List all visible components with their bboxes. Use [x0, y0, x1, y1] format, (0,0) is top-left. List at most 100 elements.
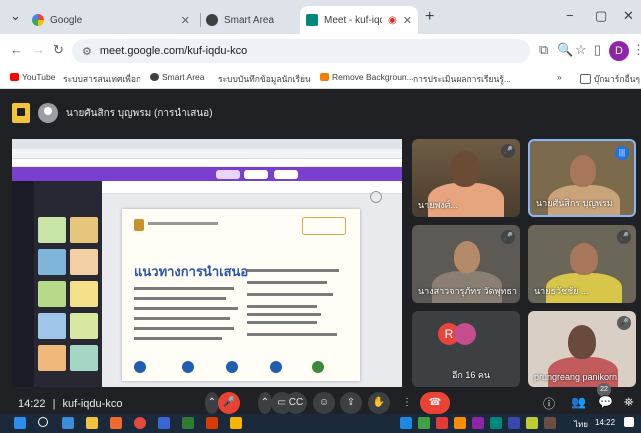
other-bookmarks-folder[interactable]: บุ๊กมาร์กอื่นๆ: [580, 72, 640, 86]
others-count-label: อีก 16 คน: [452, 370, 491, 380]
minimize-button[interactable]: −: [566, 8, 574, 23]
google-favicon-icon: [32, 14, 44, 26]
app-icon[interactable]: [230, 417, 242, 429]
app-icon[interactable]: [110, 417, 122, 429]
cast-icon[interactable]: ⧉: [539, 42, 548, 58]
participant-tile[interactable]: 🎤 นางสาวจารุภัทร วัดพุทธา: [412, 225, 520, 303]
tray-icon[interactable]: [544, 417, 556, 429]
mic-off-icon: 🎤: [617, 230, 631, 244]
tab-search-icon[interactable]: ⌄: [10, 8, 21, 24]
tray-icon[interactable]: [400, 417, 412, 429]
app-icon[interactable]: [182, 417, 194, 429]
presentation-slide: แนวทางการนำเสนอ: [122, 209, 360, 381]
captions-button[interactable]: CC: [285, 392, 307, 414]
search-icon[interactable]: [38, 417, 48, 427]
shared-browser-bookmarks: [12, 159, 402, 167]
bookmark-remove-bg[interactable]: Remove Backgroun...: [320, 72, 414, 82]
people-button[interactable]: 👥: [571, 395, 586, 409]
participant-tile-speaking[interactable]: ||| นายศันสิกร บุญพรม: [528, 139, 636, 217]
reload-icon[interactable]: ↻: [53, 42, 64, 58]
shared-canva-templates: [34, 181, 102, 387]
participant-name: นายศันสิกร บุญพรม: [536, 198, 613, 208]
leave-call-button[interactable]: ☎: [420, 392, 450, 414]
participant-name: prungreang panikorn: [534, 372, 618, 382]
bookmarks-bar: YouTube ระบบสารสนเทศเพื่อการบริหารจัดการ…: [0, 68, 641, 89]
shared-screen[interactable]: แนวทางการนำเสนอ: [12, 139, 402, 387]
meeting-code: kuf-iqdu-kco: [62, 398, 123, 410]
raise-hand-button[interactable]: ✋: [368, 392, 390, 414]
side-panel-icon[interactable]: ▯: [594, 42, 601, 58]
bookmark-star-icon[interactable]: ☆: [575, 42, 587, 58]
folder-icon: [580, 74, 591, 84]
bookmark-item[interactable]: การประเมินผลการเรียนรู้...: [410, 72, 510, 86]
emoji-button[interactable]: ☺: [313, 392, 335, 414]
university-logo-icon: [134, 219, 144, 231]
clock[interactable]: 14:22: [595, 418, 615, 427]
tray-icon[interactable]: [472, 417, 484, 429]
chat-button[interactable]: 💬: [598, 395, 613, 409]
more-bookmarks-button[interactable]: »: [557, 72, 562, 82]
maximize-button[interactable]: ▢: [595, 8, 607, 24]
participant-tile[interactable]: 🎤 นายพงศ์...: [412, 139, 520, 217]
avatar: [38, 103, 58, 123]
tray-icon[interactable]: [490, 417, 502, 429]
slide-heading: แนวทางการนำเสนอ: [134, 264, 249, 279]
windows-start-icon[interactable]: [14, 417, 26, 429]
participant-name: นางสาวจารุภัทร วัดพุทธา: [418, 286, 517, 296]
smart-area-favicon-icon: [206, 14, 218, 26]
tray-icon[interactable]: [526, 417, 538, 429]
mic-toggle-button[interactable]: 🎤: [218, 392, 240, 414]
meeting-info: 14:22 | kuf-iqdu-kco: [18, 398, 123, 410]
tray-icon[interactable]: [436, 417, 448, 429]
present-screen-icon[interactable]: [12, 103, 30, 123]
participant-tile[interactable]: 🎤 นายธวัชชัย ...: [528, 225, 636, 303]
mic-off-icon: 🎤: [501, 144, 515, 158]
mic-off-icon: 🎤: [501, 230, 515, 244]
windows-taskbar: ไทย 14:22: [0, 414, 641, 433]
tab-google[interactable]: Google ✕: [26, 6, 196, 34]
app-icon[interactable]: [158, 417, 170, 429]
close-window-button[interactable]: ✕: [623, 8, 634, 24]
tab-meet[interactable]: Meet - kuf-iqdu-kco ◉ ✕: [300, 6, 418, 34]
participant-name: นายพงศ์...: [418, 200, 459, 210]
avatar: [454, 323, 476, 345]
camera-options-icon[interactable]: ⌃: [258, 392, 272, 414]
task-view-icon[interactable]: [62, 417, 74, 429]
others-tile[interactable]: R อีก 16 คน: [412, 311, 520, 387]
notification-icon[interactable]: [624, 417, 634, 427]
youtube-icon: [10, 73, 19, 81]
input-language[interactable]: ไทย: [574, 418, 588, 431]
info-button[interactable]: ⓘ: [543, 395, 555, 412]
site-info-icon[interactable]: ⚙: [82, 45, 92, 58]
profile-avatar[interactable]: D: [609, 41, 629, 61]
app-icon[interactable]: [206, 417, 218, 429]
more-options-button[interactable]: ⋮: [396, 392, 418, 414]
present-button[interactable]: ⇪: [340, 392, 362, 414]
back-icon[interactable]: ←: [10, 42, 23, 57]
close-tab-icon[interactable]: ✕: [403, 14, 412, 27]
shared-browser-url: [12, 149, 402, 159]
tray-icon[interactable]: [418, 417, 430, 429]
zoom-icon[interactable]: 🔍: [557, 42, 573, 58]
tray-icon[interactable]: [454, 417, 466, 429]
mic-options-icon[interactable]: ⌃: [205, 392, 219, 414]
menu-icon[interactable]: ⋮: [632, 42, 641, 58]
new-tab-button[interactable]: +: [425, 8, 434, 26]
address-bar[interactable]: ⚙ meet.google.com/kuf-iqdu-kco: [72, 39, 530, 63]
close-tab-icon[interactable]: ✕: [181, 14, 190, 27]
participant-tile[interactable]: 🎤 prungreang panikorn: [528, 311, 636, 387]
shared-browser-tabs: [12, 139, 402, 149]
bookmark-smart-area[interactable]: Smart Area: [150, 72, 205, 82]
brand-logo-icon: [302, 217, 346, 235]
tray-icon[interactable]: [508, 417, 520, 429]
remove-bg-icon: [320, 73, 329, 81]
participant-name: นายธวัชชัย ...: [534, 286, 589, 296]
file-explorer-icon[interactable]: [86, 417, 98, 429]
bookmark-item[interactable]: ระบบสารสนเทศเพื่อการบริหารจัดการ...: [60, 72, 140, 86]
bookmark-item[interactable]: ระบบบันทึกข้อมูลนักเรียน...: [215, 72, 310, 86]
shared-canva-canvas: แนวทางการนำเสนอ: [102, 181, 402, 387]
bookmark-youtube[interactable]: YouTube: [10, 72, 55, 82]
activities-button[interactable]: ⛯: [624, 395, 634, 410]
forward-icon[interactable]: →: [32, 42, 45, 57]
chrome-icon[interactable]: [134, 417, 146, 429]
